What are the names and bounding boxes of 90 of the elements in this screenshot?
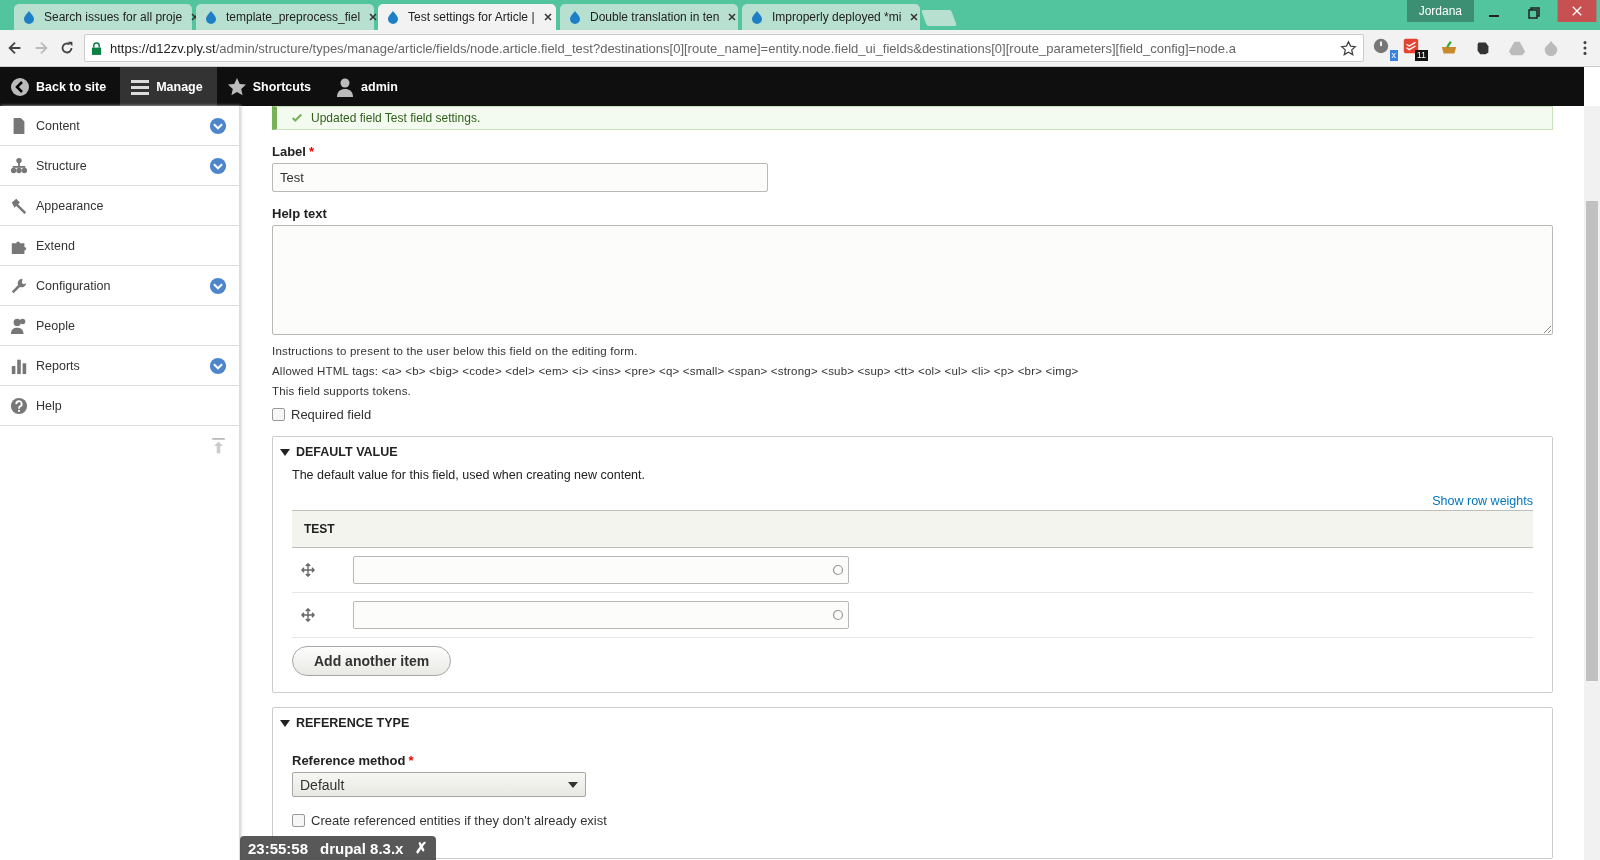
circle-icon	[832, 609, 844, 621]
scrollbar[interactable]	[1584, 106, 1600, 860]
chevron-down-icon[interactable]	[209, 156, 227, 175]
close-icon[interactable]	[368, 12, 379, 22]
version-text: drupal 8.3.x	[320, 839, 404, 857]
tab-title: Search issues for all proje	[44, 10, 183, 24]
reference-method-select[interactable]: Default	[292, 772, 586, 797]
sidebar-item[interactable]: Reports	[0, 346, 239, 386]
show-row-weights-link[interactable]: Show row weights	[1432, 494, 1533, 508]
tab-title: Improperly deployed *mi	[772, 10, 902, 24]
fieldset-toggle[interactable]: REFERENCE TYPE	[280, 709, 1533, 737]
profile-name[interactable]: Jordana	[1406, 0, 1474, 22]
close-button[interactable]: ✗	[415, 839, 429, 857]
drag-handle-icon[interactable]	[301, 608, 315, 622]
field-label: Help text	[272, 206, 328, 221]
circle-icon	[832, 564, 844, 576]
sidebar-label: Structure	[36, 158, 88, 173]
drop-icon	[568, 10, 582, 24]
sidebar-item[interactable]: Content	[0, 106, 239, 146]
chevron-down-icon[interactable]	[209, 356, 227, 375]
pin-icon[interactable]	[212, 438, 225, 456]
check-icon	[291, 112, 303, 124]
toolbar-item[interactable]: Manage	[120, 67, 217, 106]
autocomplete-field[interactable]	[353, 556, 849, 584]
field-label: Label *	[272, 144, 316, 159]
star-icon[interactable]	[1340, 39, 1357, 57]
browser-tab[interactable]: Improperly deployed *mi	[742, 4, 920, 30]
chevron-down-icon[interactable]	[209, 116, 227, 135]
field-description: Allowed HTML tags: <a> <b> <big> <code> <del> <em> <i> <ins> <pre> <q> <small> <span> <strong> <sub> <sup> <tt> <ol> <ul> <li> <p> <br> <img>	[272, 364, 1080, 379]
extension-badge: x	[1389, 50, 1398, 61]
sidebar-item[interactable]: Extend	[0, 226, 239, 266]
autocomplete-field[interactable]	[353, 601, 849, 629]
column-heading: TEST	[304, 522, 335, 536]
tree-icon	[10, 156, 28, 175]
fieldset-toggle[interactable]: DEFAULT VALUE	[280, 438, 1533, 466]
field-description: This field supports tokens.	[272, 384, 412, 399]
help-icon	[10, 396, 28, 415]
caret-icon	[568, 781, 578, 788]
brush-icon	[10, 196, 28, 215]
chevron-left-circle-icon	[10, 76, 30, 97]
sidebar-item[interactable]: Structure	[0, 146, 239, 186]
fieldset-description: The default value for this field, used when creating new content.	[292, 468, 646, 482]
message-text: Updated field Test field settings.	[311, 111, 481, 125]
required-checkbox[interactable]: Required field	[272, 407, 1553, 422]
drop-icon	[204, 10, 218, 24]
field-label: Reference method *	[292, 753, 415, 768]
sidebar-label: People	[36, 318, 76, 333]
star-icon	[226, 76, 247, 97]
tab-title: Test settings for Article |	[408, 10, 535, 24]
browser-tab[interactable]: Test settings for Article |	[378, 4, 556, 30]
close-icon[interactable]	[909, 12, 920, 22]
label-input-field[interactable]: Test	[272, 163, 768, 192]
toolbar-item[interactable]: Back to site	[0, 67, 121, 106]
drop-icon	[22, 10, 36, 24]
add-another-item-button[interactable]: Add another item	[292, 646, 452, 676]
resize-handle-icon[interactable]	[1543, 325, 1551, 333]
browser-tab[interactable]: template_preprocess_fiel	[196, 4, 374, 30]
toolbar-item[interactable]: Shortcuts	[216, 67, 326, 106]
sidebar-item[interactable]: Help	[0, 386, 239, 426]
sidebar-item[interactable]: People	[0, 306, 239, 346]
sidebar-label: Help	[36, 398, 63, 413]
sidebar-label: Reports	[36, 358, 81, 373]
user-icon	[335, 76, 356, 97]
tab-title: template_preprocess_fiel	[226, 10, 361, 24]
drag-handle-icon[interactable]	[301, 563, 315, 577]
required-mark: *	[308, 144, 315, 159]
lock-icon	[91, 41, 102, 55]
address-bar[interactable]: https://d12zv.ply.st/admin/structure/types/manage/article/fields/node.article.field_test?destinations[0][route_name]=entity.node.field_ui_fields&destinations[0][route_parameters][field_config]=node.a	[84, 34, 1364, 62]
drop-icon	[386, 10, 400, 24]
toolbar-item[interactable]: admin	[325, 67, 412, 106]
browser-tab[interactable]: Double translation in ten	[560, 4, 738, 30]
sidebar-item[interactable]: Appearance	[0, 186, 239, 226]
sidebar-label: Content	[36, 118, 81, 133]
field-description: Instructions to present to the user below this field on the editing form.	[272, 344, 639, 359]
people-icon	[10, 316, 28, 335]
close-icon[interactable]	[542, 12, 553, 22]
sidebar-item[interactable]: Configuration	[0, 266, 239, 306]
chevron-down-icon[interactable]	[209, 276, 227, 295]
sidebar-label: Configuration	[36, 278, 112, 293]
extension-badge: 11	[1414, 50, 1428, 61]
url-text: https://d12zv.ply.st/admin/structure/types/manage/article/fields/node.article.field_test?destinations[0][route_name]=entity.node.field_ui_fields&destinations[0][route_parameters][field_config]=node.a	[110, 40, 1237, 56]
time-text: 23:55:58	[248, 839, 309, 857]
required-mark: *	[408, 753, 414, 768]
create-entities-checkbox[interactable]: Create referenced entities if they don't already exist	[292, 813, 1533, 828]
wrench-icon	[10, 276, 28, 295]
close-icon[interactable]	[727, 12, 738, 22]
tab-title: Double translation in ten	[590, 10, 720, 24]
sidebar-label: Appearance	[36, 198, 105, 213]
drop-icon	[750, 10, 764, 24]
sidebar-label: Extend	[36, 238, 76, 253]
